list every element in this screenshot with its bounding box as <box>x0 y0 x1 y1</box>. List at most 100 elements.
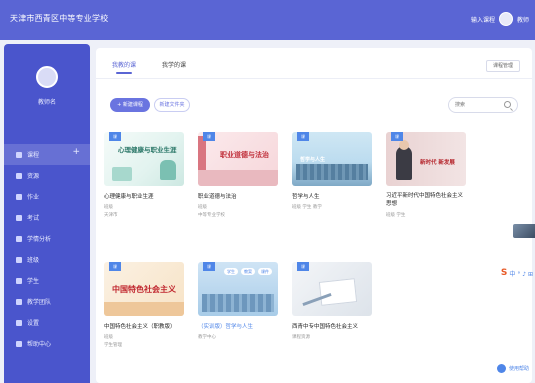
sidebar: 教师名 课程 + 资源 作业 考试 学情分析 班级 学生 教学团队 设置 帮助中… <box>4 44 90 383</box>
course-meta: 班级 <box>198 205 207 210</box>
help-icon[interactable] <box>496 364 506 373</box>
course-badge: 课 <box>297 132 309 141</box>
sidebar-item-analytics[interactable]: 学情分析 <box>4 228 90 249</box>
course-tabs: 我教的课 我学的课 <box>112 60 186 74</box>
header-link[interactable]: 输入课程 <box>471 15 495 24</box>
plus-icon[interactable]: + <box>72 147 80 157</box>
book-icon <box>16 151 22 158</box>
course-title[interactable]: 中国特色社会主义（职教版） <box>104 322 184 330</box>
sidebar-item-exams[interactable]: 考试 <box>4 207 90 228</box>
sidebar-item-resources[interactable]: 资源 <box>4 165 90 186</box>
course-thumbnail[interactable]: 课 中国特色社会主义 <box>104 262 184 316</box>
thumbnail-tag: 课件 <box>258 268 272 275</box>
sidebar-item-team[interactable]: 教学团队 <box>4 291 90 312</box>
course-meta-secondary: 天津市 <box>104 213 118 218</box>
course-thumbnail[interactable]: 课 职业道德与法治 <box>198 132 278 186</box>
app-window: 天津市西青区中等专业学校 输入课程 教师 教师名 课程 + 资源 作业 考试 学… <box>0 0 535 383</box>
user-profile: 教师名 <box>4 44 90 134</box>
tab-teaching[interactable]: 我教的课 <box>112 60 136 74</box>
floating-preview[interactable] <box>513 224 535 238</box>
help-icon <box>16 340 22 347</box>
sidebar-item-label: 班级 <box>27 257 40 264</box>
clipboard-icon <box>16 193 22 200</box>
avatar-icon[interactable] <box>498 12 513 26</box>
course-meta: 班级 学生 <box>386 213 406 218</box>
course-thumbnail[interactable]: 课 心理健康与职业生涯 <box>104 132 184 186</box>
course-title[interactable]: 习近平新时代中国特色社会主义思想 <box>386 192 466 208</box>
course-meta: 班级 学生 教学 <box>292 205 322 210</box>
sidebar-item-students[interactable]: 学生 <box>4 270 90 291</box>
header-user[interactable]: 教师 <box>517 15 529 24</box>
course-thumbnail[interactable]: 课 新时代 新发展 <box>386 132 466 186</box>
sidebar-item-courses[interactable]: 课程 + <box>4 144 90 165</box>
course-title[interactable]: （实训版）哲学与人生 <box>198 322 278 330</box>
help-widget[interactable]: 使用帮助 <box>496 364 529 373</box>
decor-band <box>198 170 278 186</box>
school-title: 天津市西青区中等专业学校 <box>10 14 109 23</box>
help-label[interactable]: 使用帮助 <box>509 365 529 372</box>
course-card[interactable]: 课 新时代 新发展 习近平新时代中国特色社会主义思想 班级 学生 <box>386 132 466 218</box>
ime-toolbar[interactable]: S 中 ° ♪ ⊞ <box>501 268 533 278</box>
search-box[interactable] <box>448 97 518 113</box>
sidebar-item-label: 资源 <box>27 173 40 180</box>
new-folder-button[interactable]: 新建文件夹 <box>154 98 190 112</box>
course-card[interactable]: 课 哲学与人生 哲学与人生 班级 学生 教学 <box>292 132 372 212</box>
course-title[interactable]: 职业道德与法治 <box>198 192 278 200</box>
thumbnail-caption: 新时代 新发展 <box>420 160 455 166</box>
course-badge: 课 <box>203 262 215 271</box>
sidebar-item-label: 作业 <box>27 194 40 201</box>
sidebar-menu: 课程 + 资源 作业 考试 学情分析 班级 学生 教学团队 设置 帮助中心 <box>4 144 90 354</box>
sidebar-item-label: 考试 <box>27 215 40 222</box>
course-badge: 课 <box>109 132 121 141</box>
sidebar-item-label: 学生 <box>27 278 40 285</box>
course-card[interactable]: 课 心理健康与职业生涯 心理健康与职业生涯 班级 天津市 <box>104 132 184 218</box>
sidebar-item-settings[interactable]: 设置 <box>4 312 90 333</box>
thumbnail-tag: 教案 <box>241 268 255 275</box>
course-meta: 课程资源 <box>292 335 310 340</box>
course-meta: 教学中心 <box>198 335 216 340</box>
decor-band <box>104 302 184 316</box>
ime-logo-icon[interactable]: S <box>501 268 507 278</box>
course-card[interactable]: 课 中国特色社会主义 中国特色社会主义（职教版） 班级 学生管理 <box>104 262 184 348</box>
portrait-illustration <box>396 146 412 180</box>
sidebar-item-help[interactable]: 帮助中心 <box>4 333 90 354</box>
course-manage-button[interactable]: 课程管理 <box>485 60 520 72</box>
main-panel: 我教的课 我学的课 课程管理 + 新建课程 新建文件夹 课 心理健康与职业生涯 … <box>96 48 532 383</box>
course-title[interactable]: 哲学与人生 <box>292 192 372 200</box>
cross-icon <box>16 235 22 242</box>
thumbnail-caption: 中国特色社会主义 <box>112 285 176 294</box>
sidebar-item-label: 教学团队 <box>27 299 52 306</box>
user-avatar-icon[interactable] <box>36 66 58 88</box>
course-meta: 班级 <box>104 205 113 210</box>
paper-illustration <box>318 278 358 306</box>
thumbnail-caption: 职业道德与法治 <box>220 151 269 159</box>
course-thumbnail[interactable]: 课 <box>292 262 372 316</box>
desk-illustration <box>112 167 132 181</box>
sidebar-item-homework[interactable]: 作业 <box>4 186 90 207</box>
course-badge: 课 <box>391 132 403 141</box>
thumbnail-caption: 心理健康与职业生涯 <box>118 146 177 154</box>
course-card[interactable]: 课 学生 教案 课件 （实训版）哲学与人生 教学中心 <box>198 262 278 340</box>
header-right: 输入课程 教师 <box>471 12 529 26</box>
course-title[interactable]: 心理健康与职业生涯 <box>104 192 184 200</box>
sidebar-item-label: 帮助中心 <box>27 341 52 348</box>
tab-learning[interactable]: 我学的课 <box>162 60 186 74</box>
top-header: 天津市西青区中等专业学校 输入课程 教师 <box>0 0 535 40</box>
list-icon <box>16 214 22 221</box>
home-icon <box>16 319 22 326</box>
new-course-button[interactable]: + 新建课程 <box>110 98 150 112</box>
course-thumbnail[interactable]: 课 哲学与人生 <box>292 132 372 186</box>
search-input[interactable] <box>455 100 500 110</box>
course-card[interactable]: 课 职业道德与法治 职业道德与法治 班级 中等专业学校 <box>198 132 278 218</box>
course-badge: 课 <box>297 262 309 271</box>
sidebar-item-classes[interactable]: 班级 <box>4 249 90 270</box>
course-card[interactable]: 课 西青中专中国特色社会主义 课程资源 <box>292 262 372 340</box>
course-meta-secondary: 中等专业学校 <box>198 213 225 218</box>
ime-tools[interactable]: 中 ° ♪ ⊞ <box>509 269 533 278</box>
course-title[interactable]: 西青中专中国特色社会主义 <box>292 322 372 330</box>
sidebar-item-label: 课程 <box>27 152 40 159</box>
course-thumbnail[interactable]: 课 学生 教案 课件 <box>198 262 278 316</box>
person-icon <box>16 277 22 284</box>
search-icon[interactable] <box>504 101 511 108</box>
sidebar-item-label: 设置 <box>27 320 40 327</box>
